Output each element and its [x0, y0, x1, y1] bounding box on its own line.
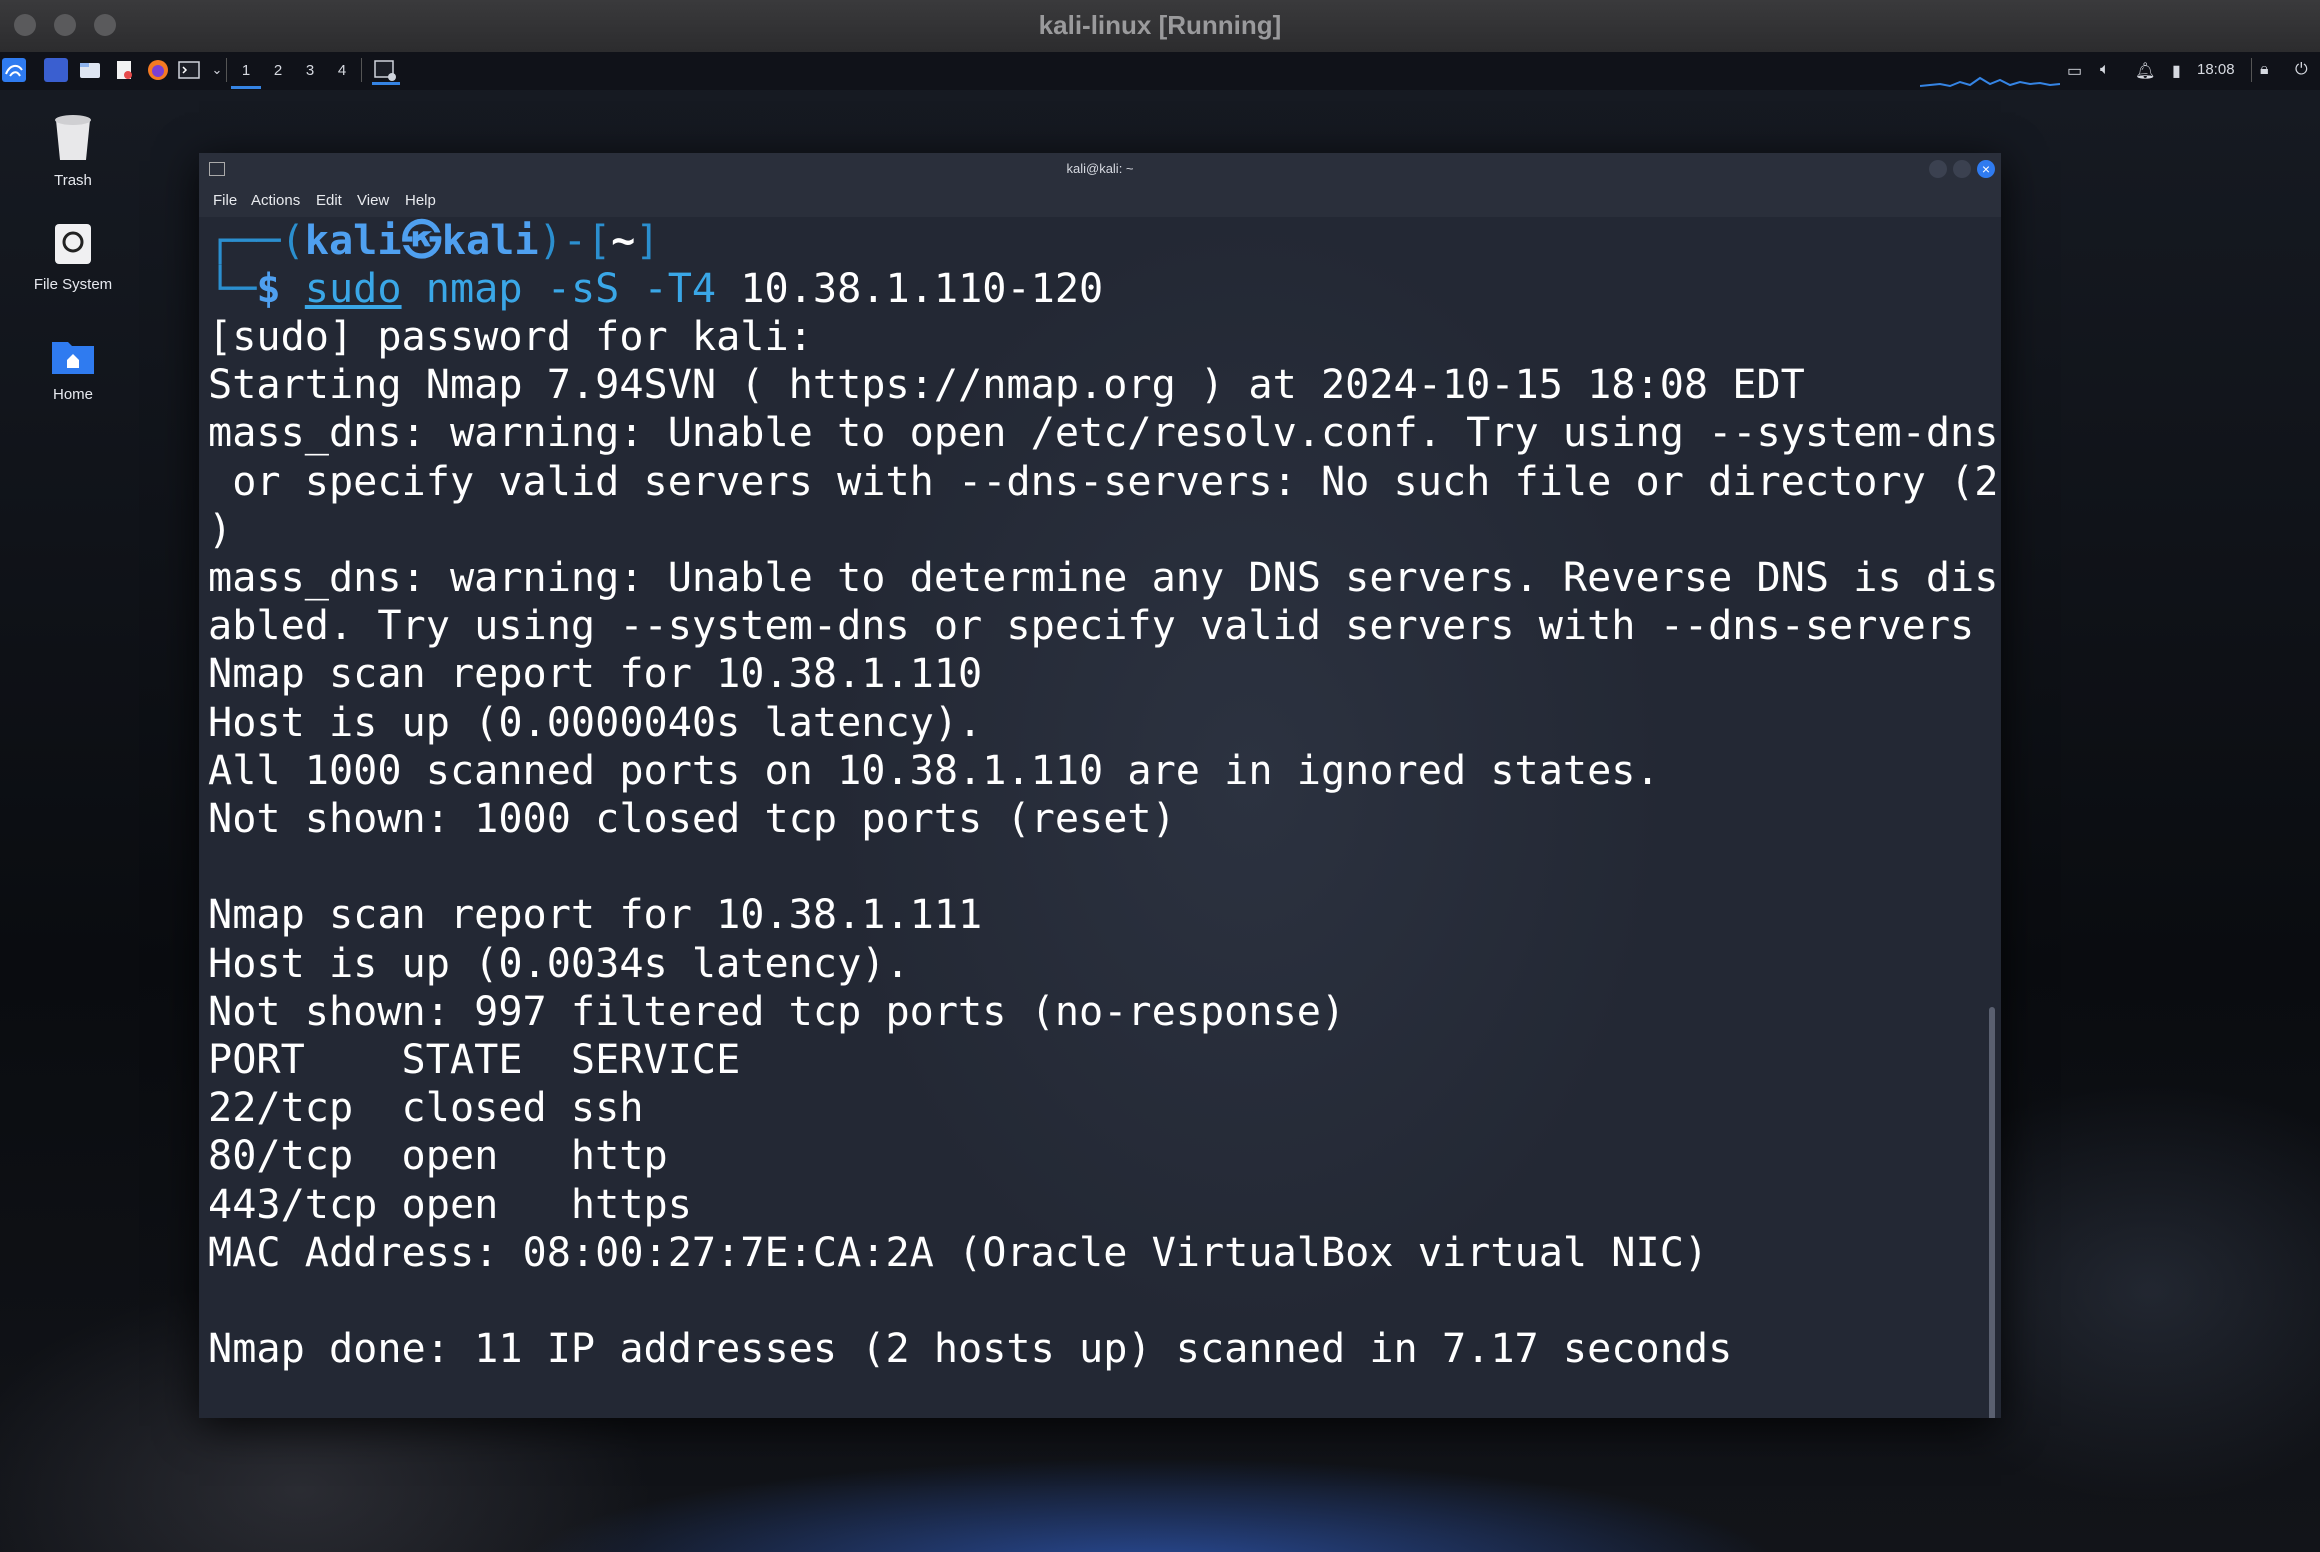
terminal-title: kali@kali: ~	[1066, 161, 1134, 176]
workspace-1[interactable]: 1	[231, 58, 261, 89]
output-line: Nmap done: 11 IP addresses (2 hosts up) …	[208, 1326, 1733, 1373]
output-line: All 1000 scanned ports on 10.38.1.110 ar…	[208, 747, 1660, 794]
desktop-icon[interactable]	[44, 58, 68, 82]
top-panel: ⌄ 1 2 3 4 ▭ 🔈︎ 🔔︎ ▮ 18:08 🔒︎ ⏻	[0, 52, 2320, 90]
trash-icon	[18, 110, 128, 166]
display-icon[interactable]: ▭	[2067, 61, 2082, 81]
command-target: 10.38.1.110-120	[716, 266, 1104, 312]
desktop-icon-label: Home	[52, 386, 93, 403]
battery-icon[interactable]: ▮	[2172, 61, 2181, 81]
workspace-2[interactable]: 2	[263, 58, 293, 86]
terminal-task-icon[interactable]	[372, 58, 400, 85]
output-line: [sudo] password for kali:	[208, 314, 813, 360]
menu-edit[interactable]: Edit	[316, 192, 342, 209]
desktop-icon-trash[interactable]: Trash	[18, 110, 128, 189]
terminal-icon[interactable]	[177, 58, 201, 82]
output-line: MAC Address: 08:00:27:7E:CA:2A (Oracle V…	[208, 1229, 1709, 1276]
output-line: or specify valid servers with --dns-serv…	[208, 458, 1999, 505]
output-line: 80/tcp open http	[208, 1133, 668, 1180]
output-line: mass_dns: warning: Unable to determine a…	[208, 555, 1999, 601]
terminal-output[interactable]: ┌──(kali㉿kali)-[~] └─$ sudo nmap -sS -T4…	[199, 217, 2001, 1418]
terminal-scrollbar[interactable]	[1989, 1007, 1995, 1418]
output-line: Not shown: 1000 closed tcp ports (reset)	[208, 796, 1176, 842]
terminal-titlebar[interactable]: kali@kali: ~ ×	[199, 153, 2001, 187]
menu-help[interactable]: Help	[405, 192, 436, 209]
output-line: 443/tcp open https	[208, 1181, 692, 1228]
command-sudo: sudo	[304, 266, 402, 312]
desktop-icon-label: Trash	[54, 172, 92, 189]
drive-icon	[18, 222, 128, 270]
output-line: abled. Try using --system-dns or specify…	[208, 603, 1975, 650]
maximize-button[interactable]	[1953, 160, 1971, 178]
notification-icon[interactable]: 🔔︎	[2135, 61, 2155, 81]
output-line: Nmap scan report for 10.38.1.110	[208, 651, 983, 698]
output-line: 22/tcp closed ssh	[208, 1085, 644, 1132]
menu-file[interactable]: File	[213, 192, 237, 209]
panel-separator	[226, 58, 227, 82]
host-window-titlebar: kali-linux [Running]	[0, 0, 2320, 53]
command-nmap: nmap -sS -T4	[401, 266, 717, 312]
output-line: )	[208, 506, 233, 553]
minimize-button[interactable]	[1929, 160, 1947, 178]
cpu-graph	[1920, 76, 2060, 88]
text-editor-icon[interactable]	[112, 58, 136, 82]
desktop-icon-label: File System	[33, 276, 113, 293]
firefox-icon[interactable]	[146, 58, 170, 82]
output-line: Host is up (0.0034s latency).	[208, 940, 910, 987]
power-icon[interactable]: ⏻	[2295, 61, 2308, 79]
file-manager-icon[interactable]	[78, 58, 102, 82]
output-line: Nmap scan report for 10.38.1.111	[208, 892, 983, 939]
output-line: Host is up (0.0000040s latency).	[208, 699, 983, 746]
panel-separator	[2251, 58, 2252, 82]
terminal-menubar: File Actions Edit View Help	[199, 187, 2001, 217]
host-window-title: kali-linux [Running]	[1038, 10, 1282, 40]
workspace-4[interactable]: 4	[327, 58, 357, 86]
panel-clock[interactable]: 18:08	[2197, 61, 2235, 78]
output-line: Not shown: 997 filtered tcp ports (no-re…	[208, 988, 1346, 1035]
home-folder-icon	[18, 336, 128, 380]
terminal-window[interactable]: kali@kali: ~ × File Actions Edit View He…	[199, 153, 2001, 1418]
menu-view[interactable]: View	[357, 192, 389, 209]
menu-actions[interactable]: Actions	[251, 192, 300, 209]
volume-icon[interactable]: 🔈︎	[2100, 61, 2110, 79]
desktop-icon-filesystem[interactable]: File System	[18, 222, 128, 293]
output-line: mass_dns: warning: Unable to open /etc/r…	[208, 410, 1999, 457]
desktop-icon-home[interactable]: Home	[18, 336, 128, 403]
prompt-line-2: └─$ sudo nmap -sS -T4 10.38.1.110-120	[208, 266, 1104, 312]
workspace-3[interactable]: 3	[295, 58, 325, 86]
lock-icon[interactable]: 🔒︎	[2260, 61, 2269, 79]
panel-separator	[361, 58, 362, 82]
kali-menu-icon[interactable]	[2, 58, 26, 82]
output-line: PORT STATE SERVICE	[208, 1037, 741, 1083]
output-line: Starting Nmap 7.94SVN ( https://nmap.org…	[208, 362, 1805, 409]
close-button[interactable]: ×	[1977, 160, 1995, 178]
prompt-line-1: ┌──(kali㉿kali)-[~]	[208, 218, 660, 264]
